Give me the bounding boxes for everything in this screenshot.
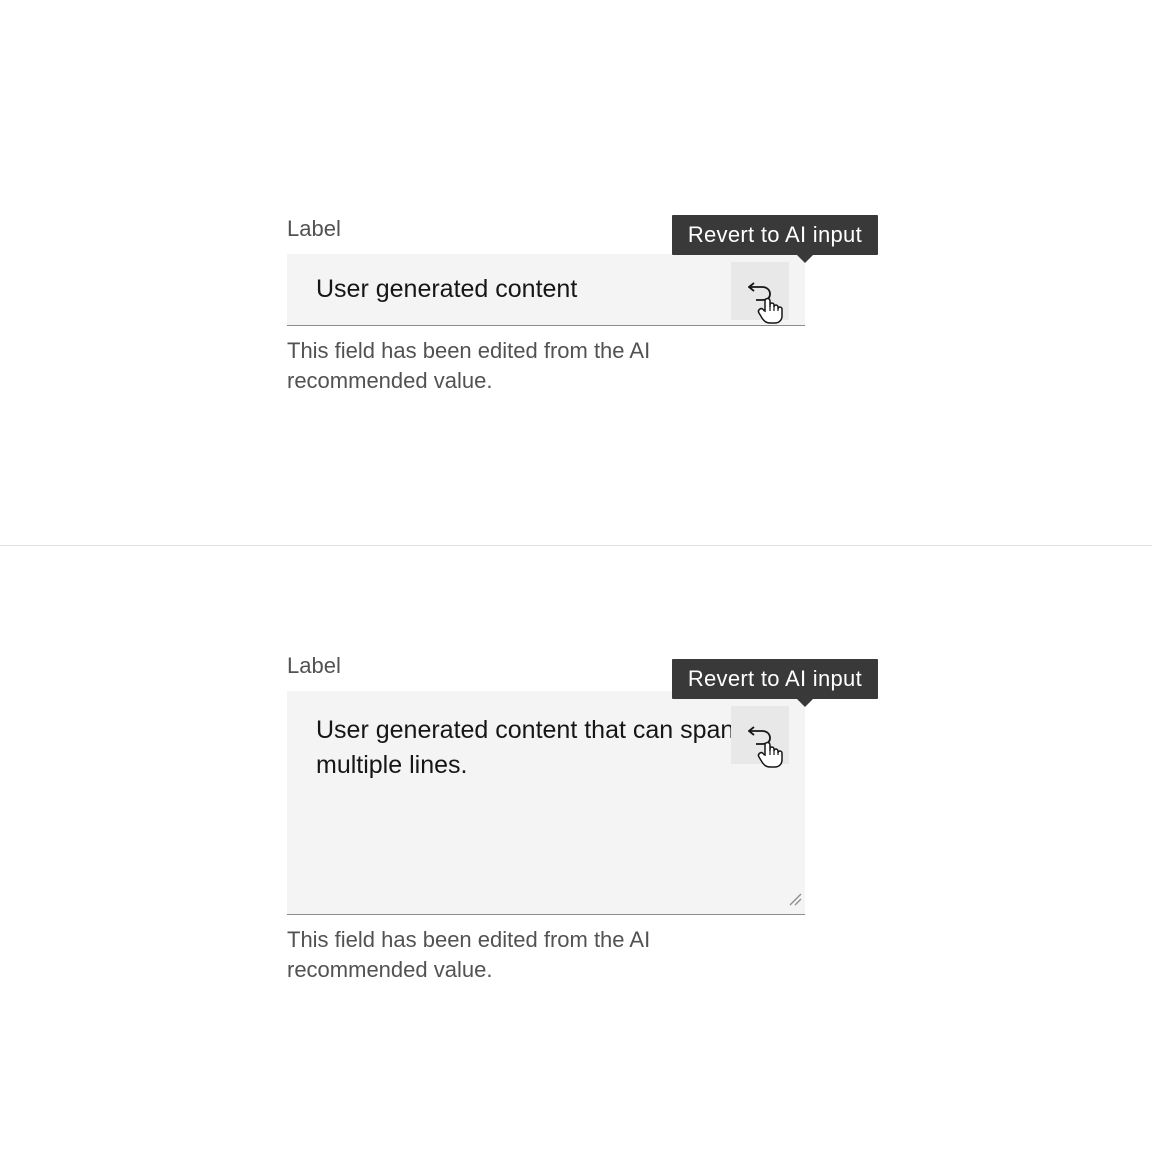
tooltip: Revert to AI input xyxy=(672,215,878,255)
example-section-1: Label User generated content Revert to A… xyxy=(0,0,1152,545)
revert-button[interactable] xyxy=(731,706,789,764)
helper-text: This field has been edited from the AI r… xyxy=(287,336,687,397)
resize-handle-icon[interactable] xyxy=(788,892,802,911)
text-input-wrapper: User generated content Revert to AI inpu… xyxy=(287,254,805,326)
undo-icon xyxy=(748,725,772,745)
tooltip: Revert to AI input xyxy=(672,659,878,699)
revert-button[interactable] xyxy=(731,262,789,320)
form-field-single: Label User generated content Revert to A… xyxy=(287,216,805,397)
revert-button-wrapper: Revert to AI input xyxy=(731,262,789,320)
form-field-multi: Label User generated content that can sp… xyxy=(287,653,805,986)
text-input[interactable]: User generated content xyxy=(316,272,577,307)
example-section-2: Label User generated content that can sp… xyxy=(0,545,1152,1152)
helper-text: This field has been edited from the AI r… xyxy=(287,925,687,986)
textarea-wrapper[interactable]: User generated content that can span mul… xyxy=(287,691,805,915)
revert-button-wrapper: Revert to AI input xyxy=(731,706,789,764)
textarea-input[interactable]: User generated content that can span mul… xyxy=(316,716,734,779)
undo-icon xyxy=(748,281,772,301)
